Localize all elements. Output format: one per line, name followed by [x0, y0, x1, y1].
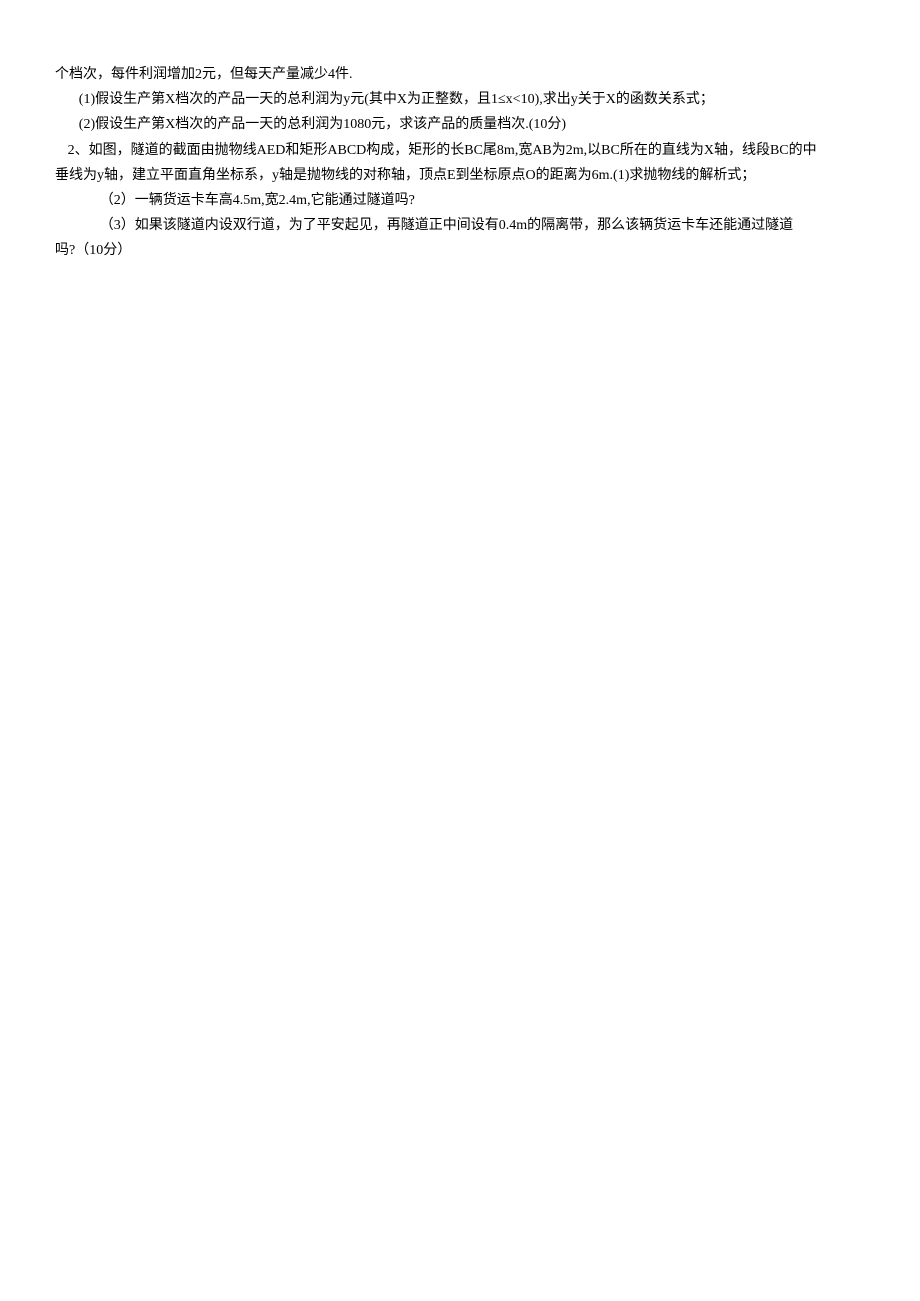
- text-line-8: 吗?（10分）: [55, 238, 865, 263]
- text-line-2: (1)假设生产第X档次的产品一天的总利润为y元(其中X为正整数，且1≤x<10)…: [55, 87, 865, 112]
- document-content: 个档次，每件利润增加2元，但每天产量减少4件. (1)假设生产第X档次的产品一天…: [55, 62, 865, 264]
- text-line-7: （3）如果该隧道内设双行道，为了平安起见，再隧道正中间设有0.4m的隔离带，那么…: [55, 213, 865, 238]
- text-line-4: 2、如图，隧道的截面由抛物线AED和矩形ABCD构成，矩形的长BC尾8m,宽AB…: [55, 138, 865, 163]
- text-line-6: （2）一辆货运卡车高4.5m,宽2.4m,它能通过隧道吗?: [55, 188, 865, 213]
- text-line-5: 垂线为y轴，建立平面直角坐标系，y轴是抛物线的对称轴，顶点E到坐标原点O的距离为…: [55, 163, 865, 188]
- text-line-3: (2)假设生产第X档次的产品一天的总利润为1080元，求该产品的质量档次.(10…: [55, 112, 865, 137]
- text-line-1: 个档次，每件利润增加2元，但每天产量减少4件.: [55, 62, 865, 87]
